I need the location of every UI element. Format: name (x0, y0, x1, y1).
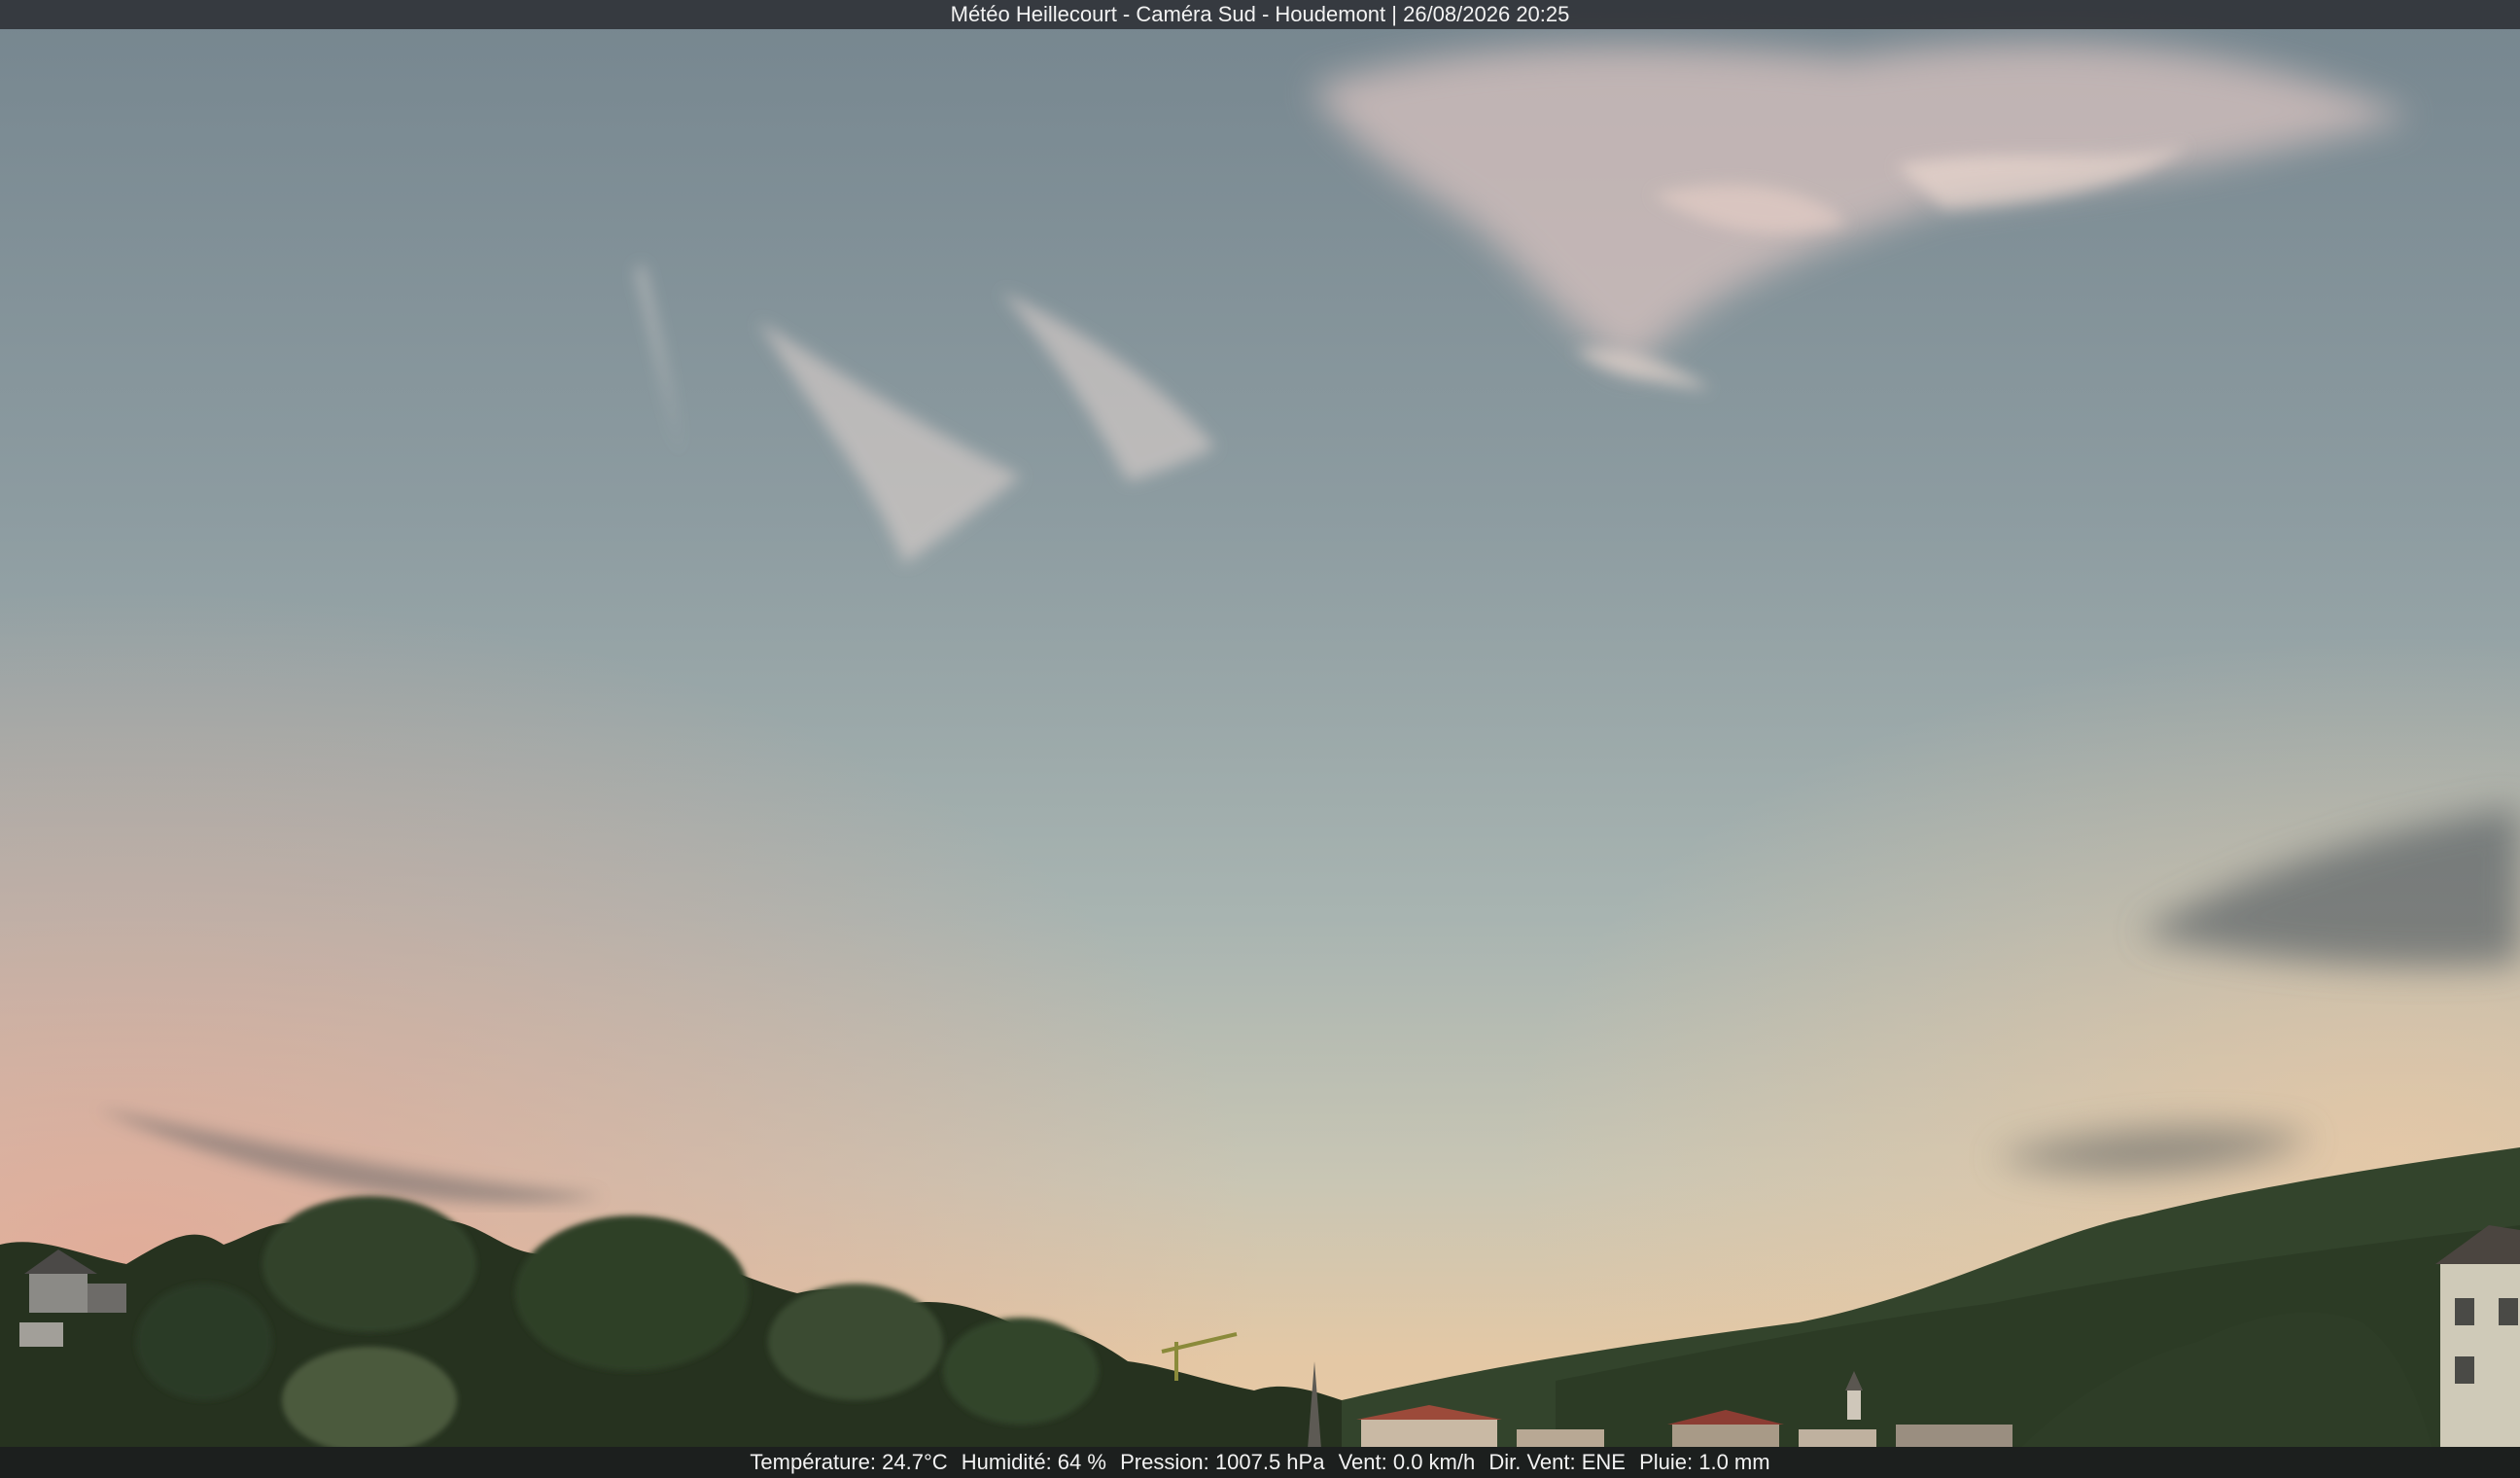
humidity-reading: Humidité: 64 % (961, 1450, 1106, 1474)
camera-caption: Météo Heillecourt - Caméra Sud - Houdemo… (950, 2, 1570, 26)
rain-reading: Pluie: 1.0 mm (1639, 1450, 1770, 1474)
wind-direction-reading: Dir. Vent: ENE (1488, 1450, 1626, 1474)
webcam-image (0, 0, 2520, 1478)
weather-readings-bar: Température: 24.7°C Humidité: 64 % Press… (0, 1447, 2520, 1478)
temperature-reading: Température: 24.7°C (750, 1450, 948, 1474)
wind-speed-reading: Vent: 0.0 km/h (1338, 1450, 1476, 1474)
webcam-viewport: Météo Heillecourt - Caméra Sud - Houdemo… (0, 0, 2520, 1478)
building-right (2435, 1225, 2520, 1478)
camera-caption-bar: Météo Heillecourt - Caméra Sud - Houdemo… (0, 0, 2520, 29)
pressure-reading: Pression: 1007.5 hPa (1120, 1450, 1325, 1474)
